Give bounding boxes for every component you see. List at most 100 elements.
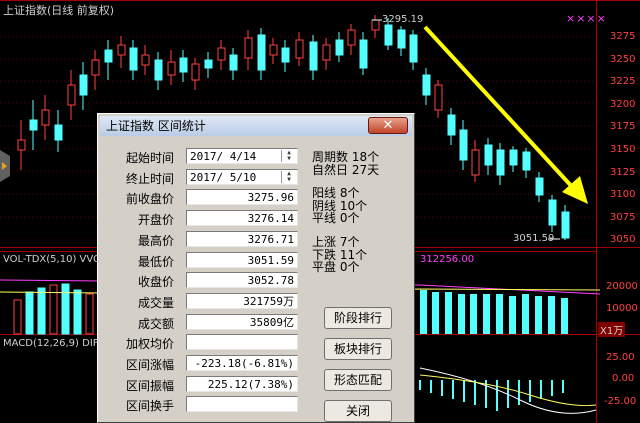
candle xyxy=(67,84,76,106)
spin-down-icon[interactable]: ▼ xyxy=(282,156,296,162)
stage-rank-button[interactable]: 阶段排行 xyxy=(324,307,392,329)
volume-bar xyxy=(445,292,452,334)
pattern-match-button[interactable]: 形态匹配 xyxy=(324,369,392,391)
candle xyxy=(269,44,278,56)
candle xyxy=(91,59,100,76)
volume-bar xyxy=(85,293,94,335)
volume-bar xyxy=(483,294,490,334)
candle xyxy=(359,39,368,69)
volume-bar xyxy=(496,294,503,334)
field-value: 35809亿 xyxy=(249,315,294,329)
count-stat: 平线 0个 xyxy=(312,211,360,225)
candle xyxy=(434,84,443,111)
stat-value-field[interactable]: 3051.59 xyxy=(186,251,298,268)
candle xyxy=(104,49,113,63)
high-price-label: 3295.19 xyxy=(382,14,424,25)
stat-label: 区间振幅 xyxy=(125,378,174,393)
candle xyxy=(167,61,176,76)
count-stat: 自然日 27天 xyxy=(312,163,380,177)
candle xyxy=(384,24,393,46)
candle xyxy=(191,63,200,81)
candle xyxy=(535,177,544,196)
stat-label: 收盘价 xyxy=(137,275,174,290)
field-value: 2017/ 4/14 xyxy=(190,150,257,163)
stat-label: 加权均价 xyxy=(125,337,174,352)
price-tick: 3200 xyxy=(610,98,636,110)
candle xyxy=(496,149,505,176)
range-stats-dialog[interactable]: 上证指数 区间统计 ✕ 起始时间 2017/ 4/14 ▲ ▼ 终止时间 2017/ 5/… xyxy=(97,113,415,423)
volume-tick-10000: 10000 xyxy=(606,303,638,314)
stat-value-field[interactable]: 3276.71 xyxy=(186,230,298,247)
count-stat: 上涨 7个 xyxy=(312,235,360,249)
candle xyxy=(154,59,163,81)
stat-label: 区间换手 xyxy=(125,399,174,414)
price-tick: 3125 xyxy=(610,166,636,178)
count-stat: 阳线 8个 xyxy=(312,186,360,200)
date-input[interactable]: 2017/ 5/10 ▲ ▼ xyxy=(186,168,298,185)
candle xyxy=(484,144,493,166)
stat-value-field[interactable]: 35809亿 xyxy=(186,313,298,330)
stat-value-field[interactable]: 3052.78 xyxy=(186,272,298,289)
candle xyxy=(129,47,138,71)
price-tick: 3150 xyxy=(610,144,636,155)
sector-rank-button[interactable]: 板块排行 xyxy=(324,338,392,360)
stat-value-field[interactable]: 225.12(7.38%) xyxy=(186,375,298,392)
candle xyxy=(117,44,126,56)
spin-down-icon[interactable]: ▼ xyxy=(282,176,296,183)
stat-label: 起始时间 xyxy=(125,151,174,165)
price-tick: 3075 xyxy=(610,211,636,223)
volume-bar xyxy=(548,296,555,334)
field-value: 3051.59 xyxy=(247,253,294,267)
spinner-icon[interactable]: ▲ ▼ xyxy=(281,150,296,162)
stat-value-field[interactable]: 3276.14 xyxy=(186,210,298,227)
stat-value-field[interactable]: 3275.96 xyxy=(186,189,298,206)
count-stat: 周期数 18个 xyxy=(312,150,380,164)
volume-bar xyxy=(25,291,34,335)
macd-tick-neg25: -25.00 xyxy=(604,396,637,407)
candle xyxy=(371,19,380,31)
close-button[interactable]: 关闭 xyxy=(324,400,392,422)
close-icon[interactable]: ✕ xyxy=(368,117,408,134)
field-value: 3276.14 xyxy=(247,212,294,226)
volume-indicator-label: VOL-TDX(5,10) VVOL xyxy=(3,254,107,265)
chart-title: 上证指数(日线 前复权) xyxy=(3,4,115,17)
stat-label: 成交量 xyxy=(137,295,174,310)
candle xyxy=(295,39,304,59)
date-input[interactable]: 2017/ 4/14 ▲ ▼ xyxy=(186,148,298,164)
stat-label: 成交额 xyxy=(137,316,174,331)
stat-value-field[interactable]: 321759万 xyxy=(186,292,298,309)
volume-unit: X1万 xyxy=(598,322,626,337)
volume-bar xyxy=(522,294,529,334)
candle xyxy=(204,59,213,69)
stat-label: 前收盘价 xyxy=(125,192,174,207)
stat-label: 最低价 xyxy=(137,254,174,269)
volume-bar xyxy=(13,299,22,335)
price-tick: 3175 xyxy=(610,121,636,133)
candle xyxy=(141,54,150,66)
stat-value-field[interactable] xyxy=(186,396,298,413)
stat-label: 区间涨幅 xyxy=(125,358,174,372)
stat-value-field[interactable]: -223.18(-6.81%) xyxy=(186,355,298,371)
price-tick: 3275 xyxy=(610,31,636,42)
candle xyxy=(561,211,570,239)
candle xyxy=(41,109,50,126)
candle xyxy=(335,39,344,56)
volume-tick-20000: 20000 xyxy=(606,281,638,292)
stat-label: 最高价 xyxy=(137,233,174,248)
stat-value-field[interactable] xyxy=(186,334,298,351)
candle xyxy=(17,139,26,151)
dialog-title-bar[interactable]: 上证指数 区间统计 ✕ xyxy=(100,116,412,136)
candle xyxy=(79,74,88,96)
candle xyxy=(217,47,226,61)
volume-bar xyxy=(73,289,82,335)
volume-bar xyxy=(432,292,439,334)
price-tick: 3050 xyxy=(610,234,636,246)
field-value: 321759万 xyxy=(243,294,294,308)
candle xyxy=(447,114,456,136)
candle xyxy=(322,44,331,61)
field-value: 3275.96 xyxy=(247,191,294,205)
volume-bar xyxy=(561,298,568,334)
spinner-icon[interactable]: ▲ ▼ xyxy=(281,170,296,183)
stat-label: 开盘价 xyxy=(137,213,174,228)
candle xyxy=(281,47,290,63)
